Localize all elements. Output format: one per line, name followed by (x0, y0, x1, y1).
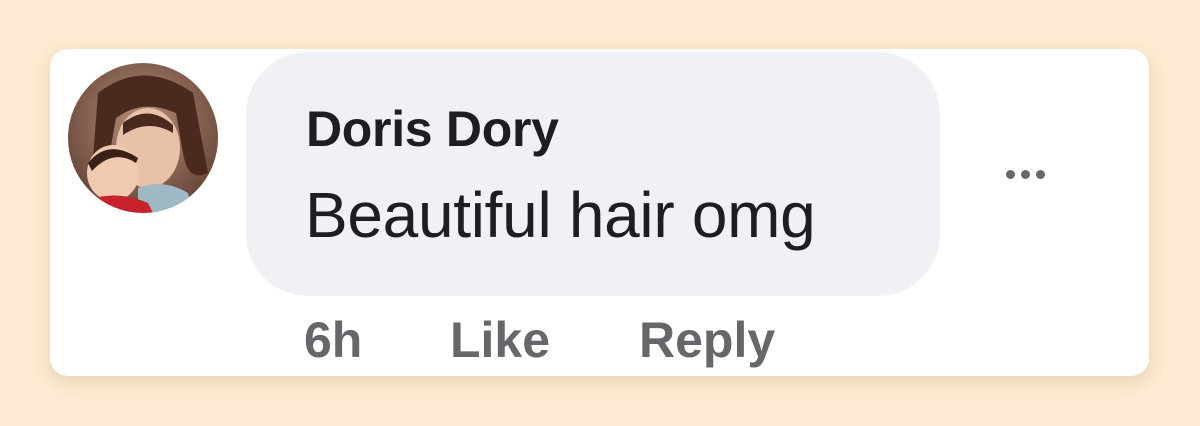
comment-author-name[interactable]: Doris Dory (306, 100, 559, 158)
comment-timestamp[interactable]: 6h (304, 311, 362, 369)
avatar-photo-icon (68, 63, 218, 213)
more-horizontal-icon-dot (1020, 169, 1030, 179)
more-options-button[interactable] (985, 154, 1065, 194)
comment-text: Beautiful hair omg (305, 179, 816, 251)
comment-card: Doris Dory Beautiful hair omg 6h Like Re… (50, 49, 1149, 376)
reply-button[interactable]: Reply (639, 311, 775, 369)
more-horizontal-icon-dot (1035, 169, 1045, 179)
avatar[interactable] (68, 63, 218, 213)
like-button[interactable]: Like (450, 311, 550, 369)
more-horizontal-icon (1005, 169, 1015, 179)
comment-bubble: Doris Dory Beautiful hair omg (246, 52, 940, 296)
